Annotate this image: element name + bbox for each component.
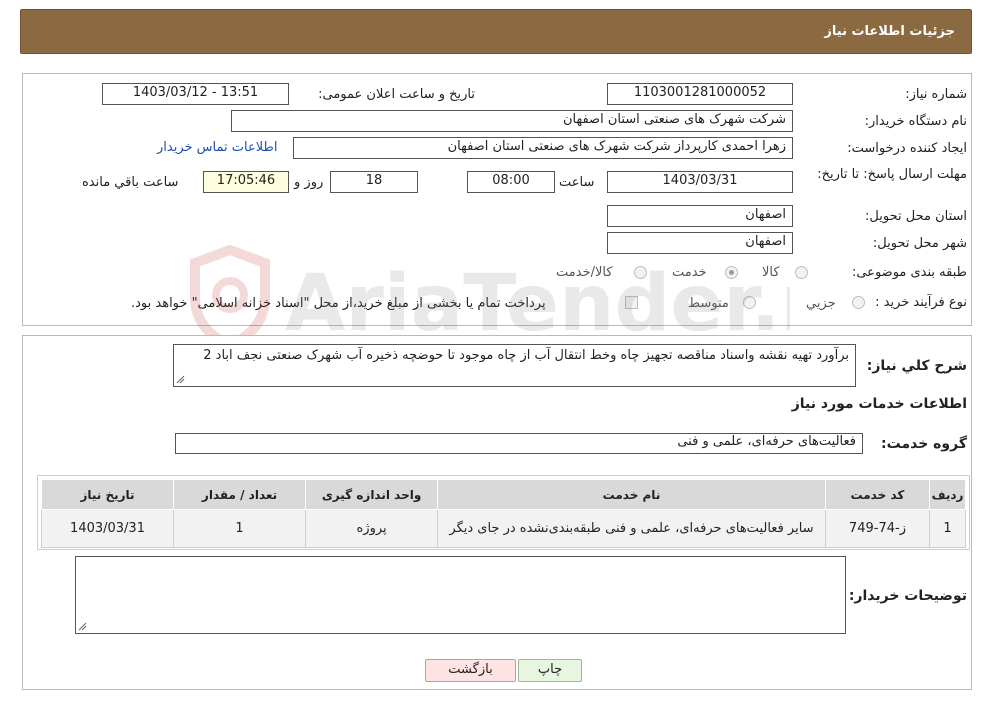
deadline-label: مهلت ارسال پاسخ: تا تاریخ: [817,167,967,182]
treasury-payment-checkbox[interactable] [625,296,638,309]
cell-row-number: 1 [929,509,966,548]
cell-quantity: 1 [173,509,307,548]
cell-service-name: سایر فعالیت‌های حرفه‌ای، علمی و فنی طبقه… [437,509,826,548]
category-goods-service-label: کالا/خدمت [556,265,613,280]
purchase-minor-label: جزیي [806,296,836,311]
announce-datetime-label: تاریخ و ساعت اعلان عمومی: [318,87,475,102]
announce-datetime-field[interactable]: 1403/03/12 - 13:51 [102,83,289,105]
services-table-wrapper: ردیف کد خدمت نام خدمت واحد اندازه گیری ت… [37,475,970,550]
service-group-field[interactable]: فعالیت‌های حرفه‌ای، علمی و فنی [175,433,863,454]
cell-need-date: 1403/03/31 [40,509,175,548]
need-summary-label: شرح کلي نياز: [866,358,967,374]
category-radio-goods-service[interactable] [634,266,647,279]
purchase-radio-medium[interactable] [743,296,756,309]
table-header-row: ردیف کد خدمت نام خدمت واحد اندازه گیری ت… [40,479,966,510]
print-button[interactable]: چاپ [518,659,582,682]
col-row-number: ردیف [929,479,966,510]
page-title: جزئیات اطلاعات نیاز [824,24,955,39]
need-number-label: شماره نیاز: [905,87,967,102]
services-table: ردیف کد خدمت نام خدمت واحد اندازه گیری ت… [40,479,966,548]
province-field[interactable]: اصفهان [607,205,793,227]
need-number-field[interactable]: 1103001281000052 [607,83,793,105]
back-button[interactable]: بازگشت [425,659,516,682]
purchase-medium-label: متوسط [688,296,729,311]
buyer-notes-label: توضیحات خریدار: [848,588,967,604]
deadline-time-label: ساعت [559,175,595,190]
cell-unit: پروژه [305,509,439,548]
buyer-contact-link[interactable]: اطلاعات تماس خریدار [157,140,277,155]
purchase-type-label: نوع فرآیند خرید : [875,295,967,310]
deadline-date-field[interactable]: 1403/03/31 [607,171,793,193]
col-service-name: نام خدمت [437,479,826,510]
need-summary-textarea[interactable]: برآورد تهیه نقشه واسناد مناقصه تجهیز چاه… [173,344,856,387]
days-label: روز و [294,175,324,190]
col-quantity: تعداد / مقدار [173,479,307,510]
col-unit: واحد اندازه گیری [305,479,439,510]
need-summary-text: برآورد تهیه نقشه واسناد مناقصه تجهیز چاه… [203,348,849,363]
table-row: 1 ز-74-749 سایر فعالیت‌های حرفه‌ای، علمی… [40,509,966,548]
remaining-time-label: ساعت باقي مانده [82,175,179,190]
deadline-time-field[interactable]: 08:00 [467,171,555,193]
province-label: استان محل تحویل: [865,209,967,224]
category-radio-service[interactable] [725,266,738,279]
services-heading: اطلاعات خدمات مورد نیاز [791,396,967,412]
days-remaining-field[interactable]: 18 [330,171,418,193]
requester-field[interactable]: زهرا احمدی کارپرداز شرکت شهرک های صنعتی … [293,137,793,159]
resize-grip-icon[interactable] [176,375,185,384]
category-label: طبقه بندی موضوعی: [851,265,967,280]
buyer-org-label: نام دستگاه خریدار: [864,114,967,129]
city-label: شهر محل تحویل: [872,236,967,251]
buyer-org-field[interactable]: شرکت شهرک های صنعتی استان اصفهان [231,110,793,132]
remaining-time-field[interactable]: 17:05:46 [203,171,289,193]
purchase-radio-minor[interactable] [852,296,865,309]
resize-grip-icon[interactable] [78,622,87,631]
requester-label: ایجاد کننده درخواست: [847,141,967,156]
cell-service-code: ز-74-749 [824,509,931,548]
category-radio-goods[interactable] [795,266,808,279]
buyer-notes-textarea[interactable] [75,556,846,634]
category-goods-label: کالا [762,265,780,280]
category-service-label: خدمت [672,265,707,280]
service-group-label: گروه خدمت: [881,436,967,452]
col-need-date: تاریخ نیاز [40,479,175,510]
treasury-payment-note: پرداخت تمام یا بخشی از مبلغ خرید،از محل … [131,296,546,311]
city-field[interactable]: اصفهان [607,232,793,254]
col-service-code: کد خدمت [824,479,931,510]
page-header: جزئیات اطلاعات نیاز [20,9,972,54]
